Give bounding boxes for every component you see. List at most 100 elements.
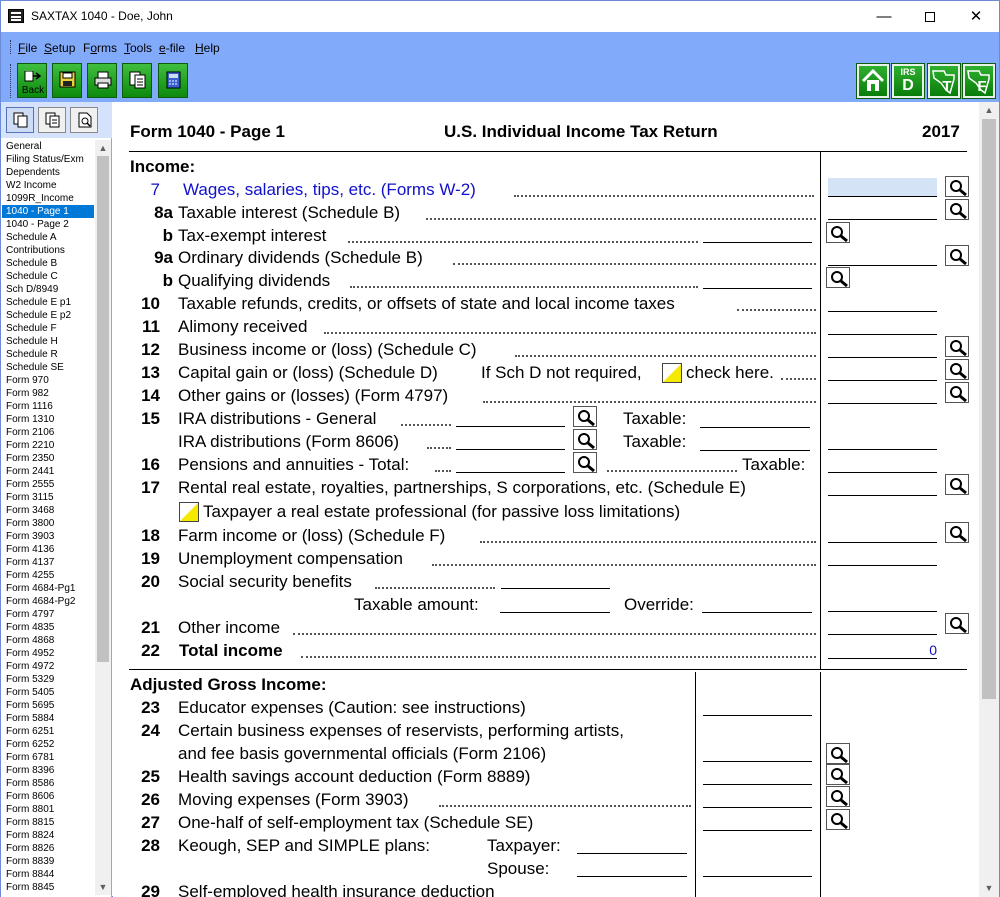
sidebar-item[interactable]: Form 4684-Pg2 xyxy=(2,595,94,608)
line-26-input[interactable] xyxy=(703,807,812,808)
state-f-button[interactable]: F xyxy=(962,63,996,99)
line-7-label[interactable]: Wages, salaries, tips, etc. (Forms W-2) xyxy=(183,180,476,200)
sidebar-item[interactable]: Form 8586 xyxy=(2,777,94,790)
sidebar-item[interactable]: Form 8839 xyxy=(2,855,94,868)
line-14-input[interactable] xyxy=(828,403,937,404)
sidebar-item[interactable]: Form 982 xyxy=(2,387,94,400)
minimize-button[interactable]: — xyxy=(861,1,907,32)
sidebar-item[interactable]: Form 3903 xyxy=(2,530,94,543)
back-button[interactable]: Back xyxy=(17,63,47,98)
view-forms-button[interactable] xyxy=(6,107,34,133)
scroll-down-arrow-icon[interactable]: ▼ xyxy=(979,880,999,896)
sidebar-item[interactable]: Form 5695 xyxy=(2,699,94,712)
sidebar-item[interactable]: Dependents xyxy=(2,166,94,179)
line-27-input[interactable] xyxy=(703,830,812,831)
sidebar-item[interactable]: Form 2106 xyxy=(2,426,94,439)
line-16-lookup-button[interactable] xyxy=(573,452,597,473)
sidebar-item[interactable]: Form 6781 xyxy=(2,751,94,764)
line-15a-total-input[interactable] xyxy=(456,426,565,427)
line-12-lookup-button[interactable] xyxy=(945,336,969,357)
line-15-result-input[interactable] xyxy=(828,449,937,450)
line-11-input[interactable] xyxy=(828,334,937,335)
irs-d-button[interactable]: IRS D xyxy=(891,63,925,99)
print-button[interactable] xyxy=(87,63,117,98)
line-21-input[interactable] xyxy=(828,634,937,635)
sidebar-item[interactable]: Form 1310 xyxy=(2,413,94,426)
line-8a-input[interactable] xyxy=(828,219,937,220)
line-20-taxable-input[interactable] xyxy=(500,612,610,613)
menu-file[interactable]: File xyxy=(18,41,37,55)
sidebar-item[interactable]: Form 8801 xyxy=(2,803,94,816)
home-button[interactable] xyxy=(856,63,890,99)
line-8a-lookup-button[interactable] xyxy=(945,199,969,220)
sidebar-item[interactable]: Form 4835 xyxy=(2,621,94,634)
sidebar-item[interactable]: Form 2555 xyxy=(2,478,94,491)
line-28-taxpayer-input[interactable] xyxy=(577,853,687,854)
sidebar-item[interactable]: W2 Income xyxy=(2,179,94,192)
line-18-lookup-button[interactable] xyxy=(945,522,969,543)
line-9b-input[interactable] xyxy=(703,288,812,289)
sidebar-item[interactable]: Form 2210 xyxy=(2,439,94,452)
sidebar-item[interactable]: Form 4137 xyxy=(2,556,94,569)
line-24-lookup-button[interactable] xyxy=(826,743,850,764)
sidebar-item[interactable]: Form 8845 xyxy=(2,881,94,894)
sidebar-item[interactable]: 1040 - Page 1 xyxy=(2,205,94,218)
line-21-lookup-button[interactable] xyxy=(945,613,969,634)
form-scroll-thumb[interactable] xyxy=(982,119,996,699)
line-25-lookup-button[interactable] xyxy=(826,764,850,785)
sidebar-item[interactable]: Form 8844 xyxy=(2,868,94,881)
form-scrollbar[interactable]: ▲ ▼ xyxy=(979,102,999,897)
line-15a-taxable-input[interactable] xyxy=(700,427,810,428)
line-13-lookup-button[interactable] xyxy=(945,359,969,380)
sidebar-item[interactable]: 1040 - Page 2 xyxy=(2,218,94,231)
sidebar-item[interactable]: Form 4684-Pg1 xyxy=(2,582,94,595)
line-20-override-input[interactable] xyxy=(702,612,812,613)
line-28-spouse-input[interactable] xyxy=(577,876,687,877)
line-27-lookup-button[interactable] xyxy=(826,809,850,830)
menu-setup[interactable]: Setup xyxy=(44,41,75,55)
sidebar-item[interactable]: Form 6251 xyxy=(2,725,94,738)
sidebar-item[interactable]: Form 6252 xyxy=(2,738,94,751)
scroll-down-arrow-icon[interactable]: ▼ xyxy=(95,879,111,895)
sidebar-item[interactable]: Form 3468 xyxy=(2,504,94,517)
sidebar-item[interactable]: Form 5405 xyxy=(2,686,94,699)
sidebar-item[interactable]: Schedule F xyxy=(2,322,94,335)
line-15b-total-input[interactable] xyxy=(456,449,565,450)
scroll-up-arrow-icon[interactable]: ▲ xyxy=(979,102,999,118)
line-8b-input[interactable] xyxy=(703,242,812,243)
line-9a-lookup-button[interactable] xyxy=(945,245,969,266)
sidebar-item[interactable]: Form 8826 xyxy=(2,842,94,855)
line-24-input[interactable] xyxy=(703,761,812,762)
line-23-input[interactable] xyxy=(703,715,812,716)
line-12-input[interactable] xyxy=(828,357,937,358)
sidebar-item[interactable]: Form 8815 xyxy=(2,816,94,829)
line-14-lookup-button[interactable] xyxy=(945,382,969,403)
sidebar-item[interactable]: Form 2441 xyxy=(2,465,94,478)
maximize-button[interactable] xyxy=(907,1,953,32)
line-17-lookup-button[interactable] xyxy=(945,474,969,495)
menu-efile[interactable]: e-file xyxy=(159,41,185,55)
state-t-button[interactable]: T xyxy=(927,63,961,99)
navigator-scroll-thumb[interactable] xyxy=(97,156,109,662)
menu-forms[interactable]: Forms xyxy=(83,41,117,55)
view-schedules-button[interactable] xyxy=(38,107,66,133)
line-20-input[interactable] xyxy=(828,611,937,612)
line-9a-input[interactable] xyxy=(828,265,937,266)
sidebar-item[interactable]: Schedule R xyxy=(2,348,94,361)
sidebar-item[interactable]: Schedule A xyxy=(2,231,94,244)
sidebar-item[interactable]: Form 4868 xyxy=(2,634,94,647)
line-8b-lookup-button[interactable] xyxy=(826,222,850,243)
line-9b-lookup-button[interactable] xyxy=(826,267,850,288)
sidebar-item[interactable]: Form 4952 xyxy=(2,647,94,660)
sidebar-item[interactable]: Schedule E p2 xyxy=(2,309,94,322)
line-28-input[interactable] xyxy=(703,876,812,877)
sidebar-item[interactable]: Filing Status/Exm xyxy=(2,153,94,166)
line-16-taxable-input[interactable] xyxy=(828,472,937,473)
forms-button[interactable] xyxy=(122,63,152,98)
save-button[interactable] xyxy=(52,63,82,98)
line-26-lookup-button[interactable] xyxy=(826,786,850,807)
line-15b-taxable-input[interactable] xyxy=(700,450,810,451)
sidebar-item[interactable]: Schedule SE xyxy=(2,361,94,374)
line-15a-lookup-button[interactable] xyxy=(573,406,597,427)
sidebar-item[interactable]: Form 5329 xyxy=(2,673,94,686)
